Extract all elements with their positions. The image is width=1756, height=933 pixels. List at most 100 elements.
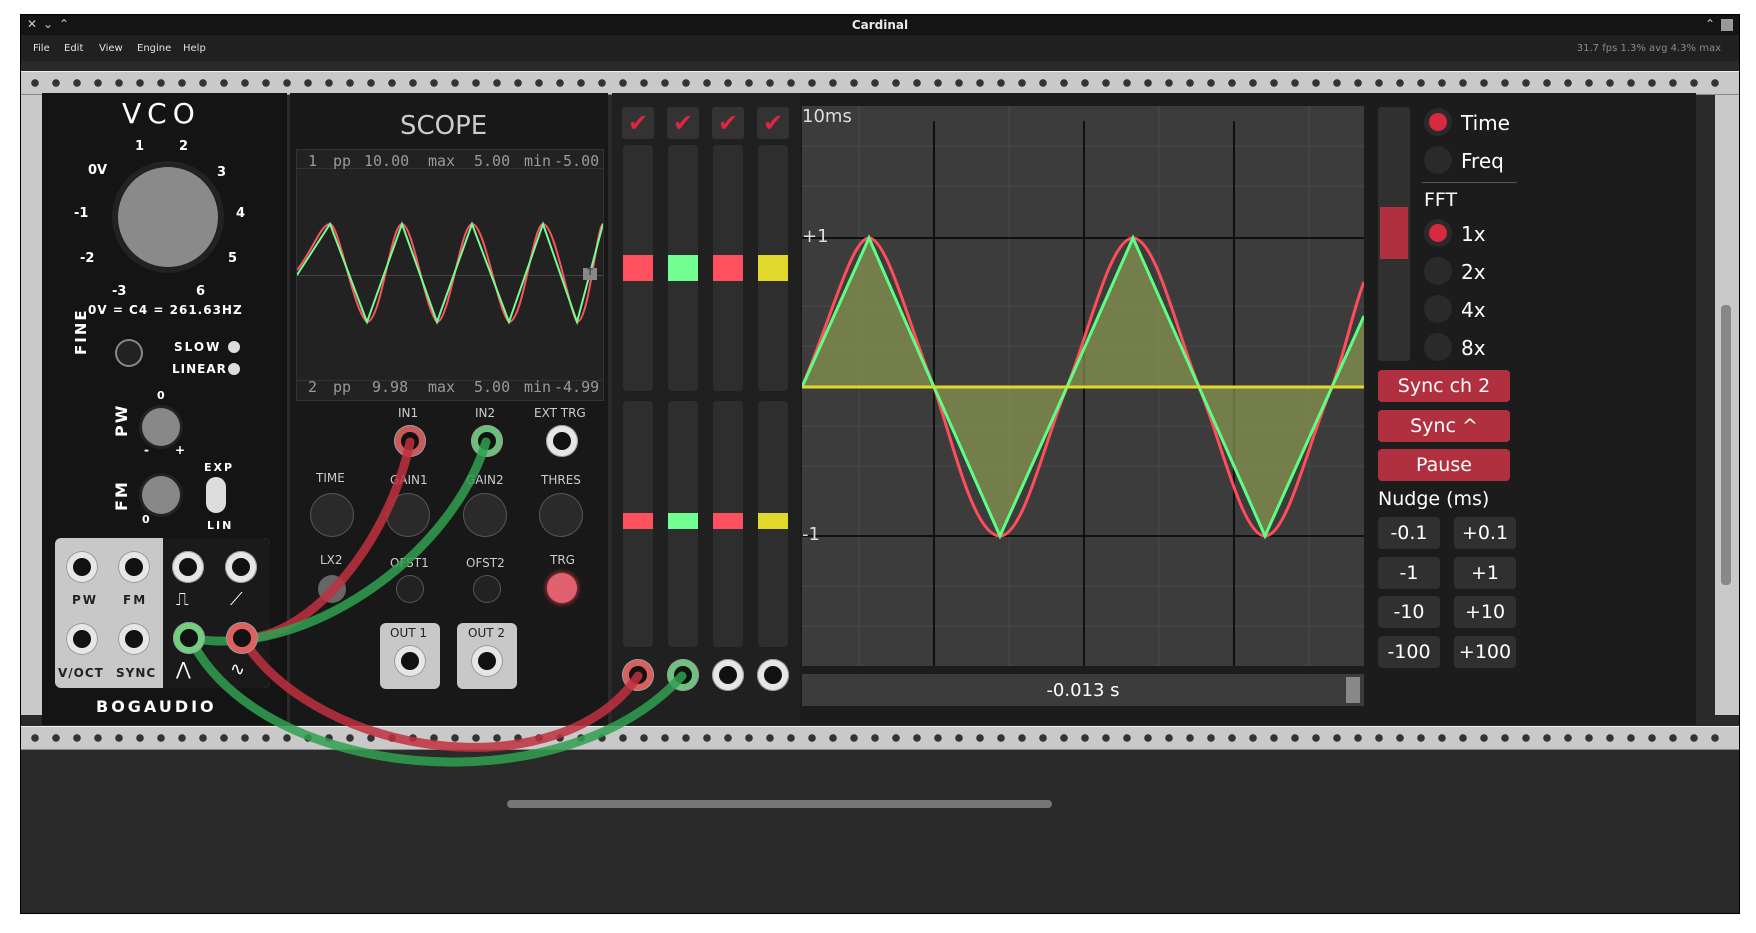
scope-waveforms <box>297 220 603 326</box>
gain2-knob[interactable] <box>463 493 507 537</box>
linear-label: LINEAR <box>172 362 227 376</box>
channel-4-upper-meter <box>758 145 788 391</box>
out1-jack[interactable] <box>394 645 426 677</box>
ch1-number: 1 <box>308 152 318 170</box>
saw-out-jack[interactable] <box>225 551 257 583</box>
freq-label-minus2: -2 <box>80 251 95 266</box>
nudge-plus-100-button[interactable]: +100 <box>1454 636 1516 668</box>
channel-4-enable-checkbox[interactable]: ✔ <box>757 107 789 139</box>
sync-ch2-button[interactable]: Sync ch 2 <box>1378 370 1510 402</box>
lin-label: LIN <box>207 519 234 532</box>
channel-3-enable-checkbox[interactable]: ✔ <box>712 107 744 139</box>
channel-1-input-jack[interactable] <box>622 659 654 691</box>
horizontal-scrollbar[interactable] <box>507 800 1052 808</box>
vertical-scrollbar[interactable] <box>1721 305 1731 585</box>
minus-one-label: -1 <box>802 524 820 545</box>
channel-2-enable-checkbox[interactable]: ✔ <box>667 107 699 139</box>
divider <box>1422 182 1517 183</box>
lx2-button[interactable] <box>318 575 346 603</box>
timebase-label: 10ms <box>802 106 852 127</box>
offset-slider-handle[interactable] <box>1346 677 1360 703</box>
fft-8x-label: 8x <box>1461 336 1486 360</box>
fm-jack[interactable] <box>118 551 150 583</box>
pw-knob[interactable] <box>142 408 180 446</box>
frequency-knob[interactable] <box>118 167 218 267</box>
time-knob[interactable] <box>310 493 354 537</box>
slow-label: SLOW <box>174 340 222 354</box>
channel-3-upper-meter <box>713 145 743 391</box>
pause-button[interactable]: Pause <box>1378 449 1510 481</box>
ofst1-knob[interactable] <box>396 575 424 603</box>
time-label: TIME <box>316 471 345 485</box>
pw-jack[interactable] <box>66 551 98 583</box>
nudge-plus-10-button[interactable]: +10 <box>1454 596 1516 628</box>
channel-strip-module[interactable]: ✔ ✔ ✔ ✔ <box>612 93 800 725</box>
tuning-label: 0V = C4 = 261.63HZ <box>88 303 243 317</box>
fft-1x-radio[interactable] <box>1424 219 1452 247</box>
offset-slider[interactable]: -0.013 s <box>802 674 1364 706</box>
ch1-pp: 10.00 <box>364 152 410 170</box>
channel-4-input-jack[interactable] <box>757 659 789 691</box>
fft-label: FFT <box>1424 189 1458 211</box>
out2-label: OUT 2 <box>468 626 506 640</box>
square-out-jack[interactable] <box>172 551 204 583</box>
menu-edit[interactable]: Edit <box>64 43 83 54</box>
fft-8x-radio[interactable] <box>1424 333 1452 361</box>
menu-engine[interactable]: Engine <box>137 43 171 54</box>
time-mode-radio[interactable] <box>1424 108 1452 136</box>
out2-jack[interactable] <box>471 645 503 677</box>
nudge-minus-0.1-button[interactable]: -0.1 <box>1378 517 1440 549</box>
menu-file[interactable]: File <box>33 43 50 54</box>
scope-module[interactable]: SCOPE T 1 pp 10.00 max 5.00 min -5.00 2 … <box>290 93 608 725</box>
channel-3-input-jack[interactable] <box>712 659 744 691</box>
channel-1-enable-checkbox[interactable]: ✔ <box>622 107 654 139</box>
nudge-plus-1-button[interactable]: +1 <box>1454 557 1516 589</box>
engine-stats: 31.7 fps 1.3% avg 4.3% max <box>1576 43 1721 54</box>
in1-jack[interactable] <box>394 425 426 457</box>
rack-rail-bottom <box>21 726 1739 750</box>
scope-title: SCOPE <box>400 111 488 141</box>
ofst2-knob[interactable] <box>473 575 501 603</box>
fft-4x-label: 4x <box>1461 298 1486 322</box>
fine-knob[interactable] <box>115 339 143 367</box>
slow-switch[interactable] <box>228 341 240 353</box>
trg-button[interactable] <box>547 573 577 603</box>
scope-trace-ch1 <box>297 222 603 324</box>
fm-label: FM <box>112 480 131 511</box>
in1-label: IN1 <box>398 406 419 420</box>
sync-button[interactable]: Sync ^ <box>1378 410 1510 442</box>
ext-trg-jack[interactable] <box>546 425 578 457</box>
exp-lin-switch[interactable] <box>206 477 226 513</box>
nudge-minus-1-button[interactable]: -1 <box>1378 557 1440 589</box>
menu-view[interactable]: View <box>99 43 123 54</box>
plus-one-label: +1 <box>802 226 829 247</box>
freq-mode-radio[interactable] <box>1424 146 1452 174</box>
thres-knob[interactable] <box>539 493 583 537</box>
gain1-label: GAIN1 <box>390 473 428 487</box>
offset-readout: -0.013 s <box>1046 680 1120 701</box>
oscilloscope-module[interactable]: 10ms +1 -1 -0.013 s Time Freq FFT 1x 2x … <box>800 93 1696 725</box>
nudge-plus-0.1-button[interactable]: +0.1 <box>1454 517 1516 549</box>
fm-knob[interactable] <box>142 476 180 514</box>
voct-jack[interactable] <box>66 623 98 655</box>
linear-switch[interactable] <box>228 363 240 375</box>
keep-above-icon[interactable]: ⌃ <box>1705 17 1715 31</box>
menu-help[interactable]: Help <box>183 43 206 54</box>
sync-jack[interactable] <box>118 623 150 655</box>
voct-jack-label: V/OCT <box>58 666 104 680</box>
triangle-out-jack[interactable] <box>173 622 205 654</box>
ch2-pp-label: pp <box>333 378 352 396</box>
fft-2x-label: 2x <box>1461 260 1486 284</box>
out1-label: OUT 1 <box>390 626 428 640</box>
sine-out-jack[interactable] <box>226 622 258 654</box>
fm-zero-label: 0 <box>142 513 150 526</box>
gain1-knob[interactable] <box>386 493 430 537</box>
osc-display: 10ms +1 -1 <box>802 106 1364 666</box>
freq-label-3: 3 <box>217 165 227 180</box>
nudge-minus-10-button[interactable]: -10 <box>1378 596 1440 628</box>
nudge-minus-100-button[interactable]: -100 <box>1378 636 1440 668</box>
fft-4x-radio[interactable] <box>1424 295 1452 323</box>
channel-2-input-jack[interactable] <box>667 659 699 691</box>
in2-jack[interactable] <box>471 425 503 457</box>
fft-2x-radio[interactable] <box>1424 257 1452 285</box>
